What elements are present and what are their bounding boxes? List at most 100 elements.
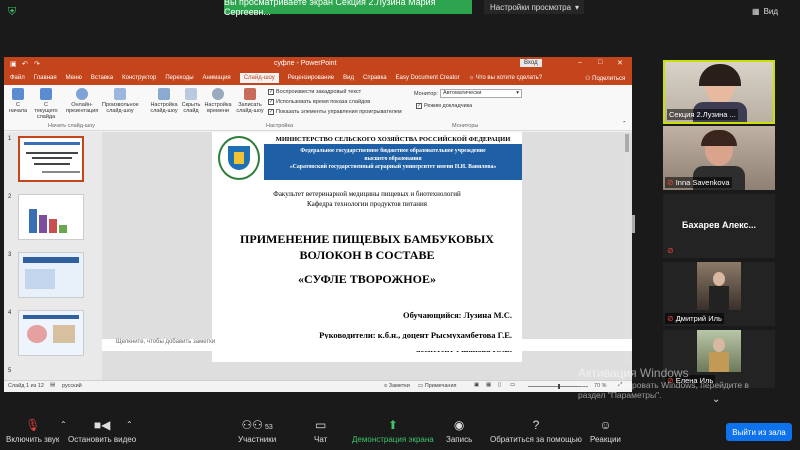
tab-easy-document[interactable]: Easy Document Creator [396, 75, 460, 81]
participant-name: ⊘ [665, 245, 676, 256]
spellcheck-icon[interactable]: ▤ [50, 382, 55, 388]
tell-me-search[interactable]: ☼ Что вы хотите сделать? [469, 75, 543, 81]
participants-button[interactable]: ⚇⚇ 53 Участники [238, 418, 276, 444]
tab-file[interactable]: Файл [10, 75, 25, 81]
share-screen-icon: ⬆ [387, 418, 398, 432]
share-scrollbar[interactable] [632, 215, 635, 233]
hide-slide-button[interactable]: Скрыть слайд [180, 88, 202, 114]
tab-insert[interactable]: Вставка [91, 75, 113, 81]
collapse-ribbon-icon[interactable]: ⌃ [622, 121, 627, 127]
sorter-view-icon[interactable]: ▦ [486, 382, 491, 388]
vertical-scrollbar[interactable] [624, 132, 630, 362]
slide-header-band: МИНИСТЕРСТВО СЕЛЬСКОГО ХОЗЯЙСТВА РОССИЙС… [212, 136, 522, 184]
presenter-view-checkbox[interactable]: ✓ Режим докладчика [416, 103, 472, 109]
tab-design[interactable]: Конструктор [122, 75, 156, 81]
windows-activation-watermark: Активация Windows Чтобы активировать Win… [578, 366, 778, 400]
signin-button[interactable]: Вход [520, 59, 542, 67]
tab-menu[interactable]: Меню [66, 75, 82, 81]
activation-line-1: Чтобы активировать Windows, перейдите в [578, 380, 749, 390]
ask-for-help-label: Обратиться за помощью [490, 435, 582, 444]
participants-count: 53 [264, 424, 273, 431]
participant-name-text: Дмитрий Иль [675, 314, 722, 323]
share-screen-button[interactable]: ⬆ Демонстрация экрана [352, 418, 434, 444]
tab-help[interactable]: Справка [363, 75, 387, 81]
mic-muted-icon: 🎙 [25, 418, 41, 432]
thumb-number: 1 [8, 136, 12, 142]
setup-slideshow-button[interactable]: Настройка слайд-шоу [150, 88, 178, 114]
language-label[interactable]: русский [62, 383, 82, 389]
participant-name: Секция 2.Лузина ... [667, 109, 738, 120]
stopwatch-icon [212, 88, 224, 100]
tab-animations[interactable]: Анимация [203, 75, 231, 81]
faculty-text: Факультет ветеринарной медицины пищевых … [273, 190, 461, 198]
chat-button[interactable]: ▭ Чат [314, 418, 327, 444]
participant-tile[interactable]: Секция 2.Лузина ... [663, 60, 775, 124]
from-current-button[interactable]: С текущего слайда [32, 88, 60, 120]
slideshow-start-icon [12, 88, 24, 100]
media-controls-checkbox[interactable]: ✓ Показать элементы управления проигрыват… [268, 109, 402, 115]
slide-thumbnails-pane: 1 2 3 4 5 [4, 132, 102, 380]
slide-counter: Слайд 1 из 12 [8, 383, 44, 389]
participant-tile[interactable]: ⊘ Inna Savenkova [663, 126, 775, 190]
participant-tile[interactable]: ⊘ Дмитрий Иль [663, 262, 775, 326]
ask-for-help-button[interactable]: ? Обратиться за помощью [490, 418, 582, 444]
reading-view-icon[interactable]: ▯ [498, 382, 501, 388]
slide-thumbnail[interactable] [18, 194, 84, 240]
unmute-button[interactable]: 🎙 Включить звук [6, 418, 59, 444]
record-button[interactable]: ◉ Запись [446, 418, 472, 444]
leave-room-button[interactable]: Выйти из зала [726, 423, 792, 441]
reactions-button[interactable]: ☺ Реакции [590, 418, 621, 444]
narration-checkbox[interactable]: ✓ Воспроизвести закадровый текст [268, 89, 361, 95]
undo-icon[interactable]: ↶ [22, 60, 28, 68]
participant-tile[interactable]: Бахарев Алекс... ⊘ [663, 194, 775, 258]
timings-label: Использовать время показа слайдов [276, 99, 371, 105]
setup-icon [158, 88, 170, 100]
slide-thumbnail[interactable] [18, 252, 84, 298]
custom-slideshow-button[interactable]: Произвольное слайд-шоу [102, 88, 139, 114]
comments-toggle[interactable]: ▭ Примечания [418, 383, 457, 389]
rehearse-timings-button[interactable]: Настройка времени [204, 88, 232, 114]
save-icon[interactable]: ▣ [10, 60, 17, 68]
tab-review[interactable]: Рецензирование [288, 75, 334, 81]
chevron-up-icon: ⌃ [126, 420, 133, 429]
ribbon: С начала С текущего слайда Онлайн-презен… [4, 85, 632, 131]
slideshow-view-icon[interactable]: ▭ [510, 382, 515, 388]
view-settings-button[interactable]: Настройки просмотра ▾ [484, 0, 584, 14]
view-settings-label: Настройки просмотра [490, 2, 572, 12]
close-icon[interactable]: ✕ [617, 59, 623, 67]
normal-view-icon[interactable]: ▣ [474, 382, 479, 388]
online-label: Онлайн-презентация [66, 102, 99, 114]
share-screen-label: Демонстрация экрана [352, 435, 434, 444]
checkbox-checked-icon: ✓ [416, 103, 422, 109]
notes-toggle[interactable]: ≡ Заметки [384, 383, 410, 389]
slide-thumbnail[interactable] [18, 310, 84, 356]
participant-video [697, 262, 741, 310]
monitor-label: Монитор: [414, 91, 438, 97]
video-options-chevron[interactable]: ⌃ [126, 420, 133, 429]
tab-transitions[interactable]: Переходы [165, 75, 193, 81]
view-button[interactable]: ▦ Вид [752, 4, 796, 18]
audio-options-chevron[interactable]: ⌃ [60, 420, 67, 429]
activation-title: Активация Windows [578, 366, 689, 380]
maximize-icon[interactable]: □ [598, 59, 602, 66]
share-button[interactable]: ⚇ Поделиться [585, 75, 625, 82]
current-slide[interactable]: МИНИСТЕРСТВО СЕЛЬСКОГО ХОЗЯЙСТВА РОССИЙС… [212, 132, 522, 362]
ministry-text: МИНИСТЕРСТВО СЕЛЬСКОГО ХОЗЯЙСТВА РОССИЙС… [275, 136, 511, 143]
notes-pane[interactable]: Щелкните, чтобы добавить заметки [102, 339, 632, 351]
online-presentation-button[interactable]: Онлайн-презентация [66, 88, 98, 114]
tab-view[interactable]: Вид [343, 75, 354, 81]
minimize-icon[interactable]: – [578, 59, 582, 66]
help-icon: ? [532, 418, 540, 432]
institution-line-3: «Саратовский государственный аграрный ун… [289, 164, 497, 170]
record-slideshow-button[interactable]: Записать слайд-шоу [234, 88, 266, 114]
slide-thumbnail[interactable] [18, 136, 84, 182]
tab-home[interactable]: Главная [34, 75, 57, 81]
participant-name: ⊘ Дмитрий Иль [665, 313, 724, 324]
timings-checkbox[interactable]: ✓ Использовать время показа слайдов [268, 99, 370, 105]
monitor-select[interactable]: Автоматически ▾ [440, 89, 522, 98]
tab-slideshow[interactable]: Слайд-шоу [239, 73, 279, 83]
thumb-number: 4 [8, 310, 12, 316]
ppt-window-title: суфле - PowerPoint [274, 60, 337, 67]
from-start-button[interactable]: С начала [8, 88, 28, 114]
redo-icon[interactable]: ↷ [34, 60, 40, 68]
